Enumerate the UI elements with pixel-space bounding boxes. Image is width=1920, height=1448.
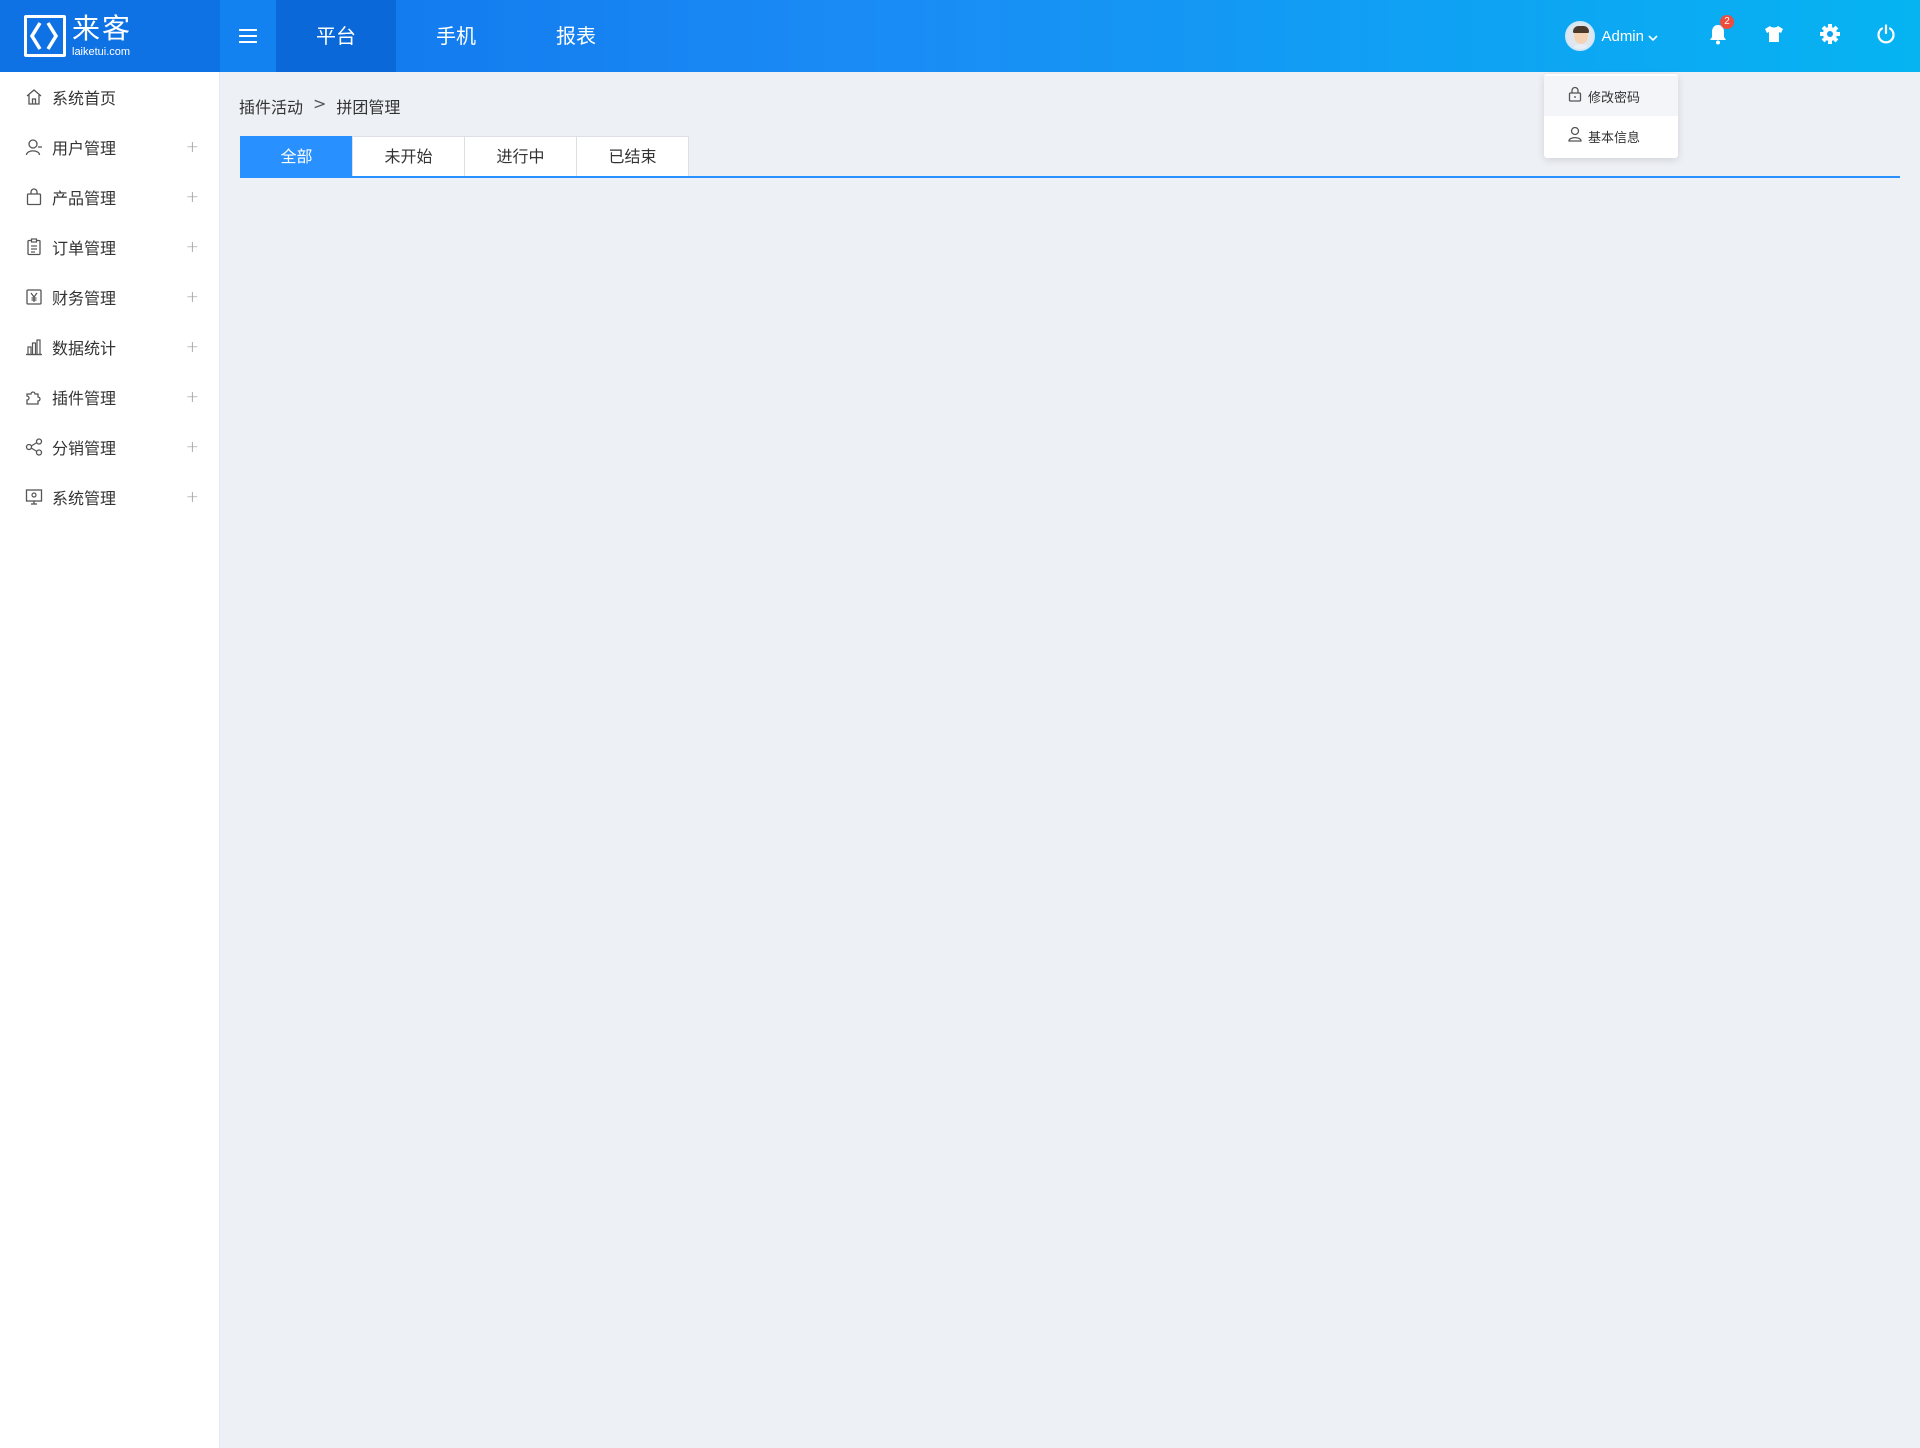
expand-icon: + [185, 287, 199, 306]
notification-badge: 2 [1720, 15, 1734, 29]
sidebar: 系统首页 用户管理 + 产品管理 + 订单管理 + 财务管理 + 数据统计 + [0, 72, 220, 1448]
sidebar-item-label: 系统首页 [52, 89, 117, 108]
sidebar-item-label: 财务管理 [52, 289, 117, 308]
logout-button[interactable] [1858, 0, 1914, 72]
sidebar-item-label: 数据统计 [52, 339, 117, 358]
monitor-icon [24, 487, 44, 507]
logo-subtitle: laiketui.com [72, 45, 131, 58]
expand-icon: + [185, 387, 199, 406]
sidebar-item-system[interactable]: 系统管理 + [0, 472, 219, 522]
gear-icon [1820, 24, 1840, 48]
sidebar-item-label: 用户管理 [52, 139, 117, 158]
main-content: 插件活动 > 拼团管理 全部 未开始 进行中 已结束 [220, 72, 1920, 1448]
nav-item-platform[interactable]: 平台 [276, 0, 396, 72]
expand-icon: + [185, 337, 199, 356]
nav-item-mobile[interactable]: 手机 [396, 0, 516, 72]
sidebar-item-label: 产品管理 [52, 189, 117, 208]
expand-icon: + [185, 487, 199, 506]
sidebar-item-label: 订单管理 [52, 239, 117, 258]
sidebar-item-orders[interactable]: 订单管理 + [0, 222, 219, 272]
puzzle-icon [24, 387, 44, 407]
avatar [1565, 21, 1596, 51]
tab-not-started[interactable]: 未开始 [352, 136, 465, 176]
breadcrumb: 插件活动 > 拼团管理 [239, 94, 400, 118]
header-actions: Admin 2 [1565, 0, 1920, 72]
sidebar-item-label: 插件管理 [52, 389, 117, 408]
nav-item-reports[interactable]: 报表 [516, 0, 636, 72]
tab-all[interactable]: 全部 [240, 136, 353, 176]
sidebar-item-label: 分销管理 [52, 439, 117, 458]
breadcrumb-current: 拼团管理 [336, 98, 401, 117]
sidebar-item-statistics[interactable]: 数据统计 + [0, 322, 219, 372]
top-nav: 平台 手机 报表 [276, 0, 636, 72]
logo-mark-icon [24, 15, 66, 57]
expand-icon: + [185, 437, 199, 456]
logo-title: 来客 [72, 11, 133, 45]
power-icon [1876, 24, 1896, 48]
settings-button[interactable] [1802, 0, 1858, 72]
top-header: 来客 laiketui.com 平台 手机 报表 Admin 2 [0, 0, 1920, 72]
sidebar-item-distribution[interactable]: 分销管理 + [0, 422, 219, 472]
hamburger-icon [239, 29, 257, 43]
share-icon [24, 437, 44, 457]
expand-icon: + [185, 187, 199, 206]
user-icon [24, 137, 44, 157]
clipboard-icon [24, 237, 44, 257]
sidebar-item-label: 系统管理 [52, 489, 117, 508]
theme-button[interactable] [1746, 0, 1802, 72]
user-name: Admin [1601, 27, 1644, 45]
sidebar-item-home[interactable]: 系统首页 [0, 72, 219, 122]
tab-ended[interactable]: 已结束 [576, 136, 689, 176]
sidebar-item-users[interactable]: 用户管理 + [0, 122, 219, 172]
user-menu[interactable]: Admin [1565, 21, 1658, 51]
breadcrumb-parent[interactable]: 插件活动 [239, 94, 303, 118]
bar-chart-icon [24, 337, 44, 357]
chevron-down-icon [1648, 27, 1658, 46]
sidebar-item-products[interactable]: 产品管理 + [0, 172, 219, 222]
status-tabs: 全部 未开始 进行中 已结束 [240, 136, 1900, 178]
expand-icon: + [185, 137, 199, 156]
sidebar-item-finance[interactable]: 财务管理 + [0, 272, 219, 322]
menu-toggle-button[interactable] [220, 0, 276, 72]
expand-icon: + [185, 237, 199, 256]
bag-icon [24, 187, 44, 207]
notifications-button[interactable]: 2 [1690, 0, 1746, 72]
breadcrumb-separator: > [313, 94, 327, 113]
yuan-icon [24, 287, 44, 307]
logo[interactable]: 来客 laiketui.com [0, 0, 220, 72]
tshirt-icon [1764, 24, 1784, 48]
tab-in-progress[interactable]: 进行中 [464, 136, 577, 176]
home-icon [24, 87, 44, 107]
sidebar-item-plugins[interactable]: 插件管理 + [0, 372, 219, 422]
